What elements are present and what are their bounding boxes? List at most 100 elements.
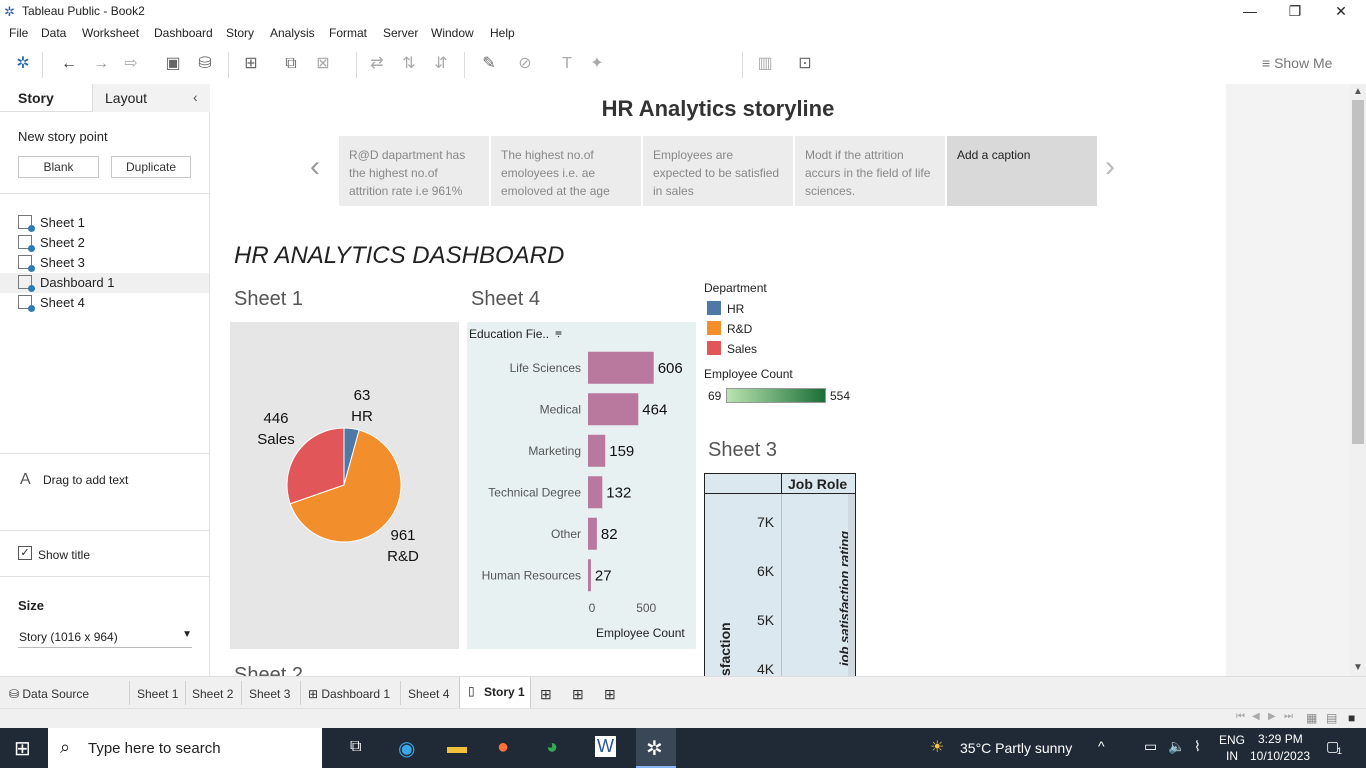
taskbar-search-box[interactable]: ⌕ Type here to search (48, 728, 322, 768)
swap-icon[interactable]: ⇄ (366, 54, 388, 74)
show-title-checkbox[interactable]: ✓ (18, 546, 32, 560)
tab-view-icon[interactable]: ■ (1348, 711, 1355, 725)
story-point-caption-4[interactable]: Modt if the attrition accurs in the fiel… (795, 136, 945, 206)
pie-chart: 63 HR 961 R&D 446 Sales (257, 387, 419, 565)
battery-icon[interactable]: ▭ (1144, 738, 1157, 755)
scroll-thumb[interactable] (1352, 100, 1364, 444)
nav-first-icon[interactable]: ⏮ (1236, 711, 1245, 722)
task-view-icon[interactable]: ⧉ (350, 738, 361, 756)
menu-help[interactable]: Help (490, 26, 515, 40)
sheet-item-sheet-1[interactable]: Sheet 1 (18, 213, 208, 233)
legend-hr[interactable]: HR (707, 301, 744, 316)
new-worksheet-icon[interactable]: ⊞ (240, 54, 262, 74)
menu-story[interactable]: Story (226, 26, 254, 40)
legend-sales[interactable]: Sales (707, 341, 757, 356)
file-explorer-icon[interactable]: ▬ (447, 736, 467, 759)
lang-secondary[interactable]: IN (1226, 749, 1238, 763)
tab-dashboard-1[interactable]: ⊞ Dashboard 1 (308, 684, 390, 704)
prev-story-point-icon[interactable]: ‹ (310, 150, 320, 184)
weather-text[interactable]: 35°C Partly sunny (960, 740, 1072, 756)
firefox-icon[interactable]: ● (497, 736, 509, 759)
tab-data-source[interactable]: ⛁ Data Source (9, 684, 89, 704)
tab-separator (400, 681, 401, 705)
sheet-item-sheet-2[interactable]: Sheet 2 (18, 233, 208, 253)
menu-server[interactable]: Server (383, 26, 418, 40)
minimize-button[interactable]: — (1227, 0, 1273, 23)
legend-rd[interactable]: R&D (707, 321, 752, 336)
drag-to-add-text[interactable]: Drag to add text (43, 473, 128, 487)
size-dropdown[interactable]: Story (1016 x 964) ▼ (18, 626, 192, 648)
edge-icon[interactable]: ◉ (398, 736, 415, 761)
new-dashboard-tab-icon[interactable]: ⊞ (572, 684, 584, 704)
sheet3-scrollbar[interactable] (848, 494, 855, 676)
collapse-panel-icon[interactable]: ‹ (193, 89, 198, 105)
tab-layout[interactable]: Layout (105, 84, 147, 112)
nav-prev-icon[interactable]: ◀ (1252, 711, 1260, 722)
search-icon: ⌕ (60, 737, 71, 757)
story-point-caption-5[interactable]: Add a caption (947, 136, 1097, 206)
tableau-home-icon[interactable]: ✲ (12, 54, 34, 74)
chrome-icon[interactable]: ◕ (546, 736, 558, 759)
presentation-icon[interactable]: ⊡ (794, 54, 816, 74)
duplicate-button[interactable]: Duplicate (111, 156, 191, 178)
filmstrip-view-icon[interactable]: ▤ (1326, 711, 1337, 725)
duplicate-sheet-icon[interactable]: ⧉ (280, 54, 302, 74)
new-data-source-icon[interactable]: ⛁ (194, 54, 216, 74)
next-story-point-icon[interactable]: › (1105, 150, 1115, 184)
sheet-item-sheet-3[interactable]: Sheet 3 (18, 253, 208, 273)
menu-analysis[interactable]: Analysis (270, 26, 315, 40)
sheet-item-sheet-4[interactable]: Sheet 4 (18, 293, 208, 313)
menu-format[interactable]: Format (329, 26, 367, 40)
new-worksheet-tab-icon[interactable]: ⊞ (540, 684, 552, 704)
menu-data[interactable]: Data (41, 26, 66, 40)
pin-icon[interactable]: ✦ (586, 54, 608, 74)
tab-sheet-4[interactable]: Sheet 4 (408, 684, 449, 704)
group-icon[interactable]: ⊘ (514, 54, 536, 74)
new-story-tab-icon[interactable]: ⊞ (604, 684, 616, 704)
close-button[interactable]: ✕ (1318, 0, 1364, 23)
grid-view-icon[interactable]: ▦ (1306, 711, 1317, 725)
vertical-scrollbar[interactable]: ▲ ▼ (1350, 84, 1366, 676)
lang-primary[interactable]: ENG (1219, 733, 1245, 747)
undo-icon[interactable]: ← (58, 54, 80, 74)
menu-file[interactable]: File (9, 26, 28, 40)
replay-icon[interactable]: ⇨ (120, 54, 142, 74)
clock-date[interactable]: 10/10/2023 (1250, 749, 1310, 763)
menu-worksheet[interactable]: Worksheet (82, 26, 139, 40)
menu-dashboard[interactable]: Dashboard (154, 26, 213, 40)
tab-sheet-3[interactable]: Sheet 3 (249, 684, 290, 704)
story-point-caption-1[interactable]: R@D dapartment has the highest no.of att… (339, 136, 489, 206)
tableau-taskbar-active[interactable]: ✲ (636, 728, 676, 768)
bar-value-label: 27 (595, 567, 612, 584)
sort-ascending-icon[interactable]: ⇅ (398, 54, 420, 74)
nav-next-icon[interactable]: ▶ (1268, 711, 1276, 722)
redo-icon[interactable]: → (90, 54, 112, 74)
save-icon[interactable]: ▣ (162, 54, 184, 74)
tab-story-1-active[interactable]: ▯ Story 1 (459, 677, 531, 708)
tab-sheet-1[interactable]: Sheet 1 (137, 684, 178, 704)
sort-descending-icon[interactable]: ⇵ (430, 54, 452, 74)
highlight-icon[interactable]: ✎ (478, 54, 500, 74)
tab-story[interactable]: Story (18, 84, 54, 112)
clear-sheet-icon[interactable]: ⊠ (312, 54, 334, 74)
cards-icon[interactable]: ▥ (754, 54, 776, 74)
windows-start-icon[interactable]: ⊞ (14, 736, 31, 761)
sheet-item-dashboard-1[interactable]: Dashboard 1 (0, 273, 209, 293)
label-icon[interactable]: T (556, 54, 578, 74)
nav-last-icon[interactable]: ⏭ (1284, 711, 1293, 722)
story-point-caption-3[interactable]: Employees are expected to be satisfied i… (643, 136, 793, 206)
story-point-caption-2[interactable]: The highest no.of emoloyees i.e. ae emol… (491, 136, 641, 206)
maximize-button[interactable]: ❐ (1272, 0, 1318, 23)
menu-window[interactable]: Window (431, 26, 474, 40)
wifi-icon[interactable]: ⌇ (1194, 738, 1201, 755)
scroll-down-icon[interactable]: ▼ (1353, 662, 1363, 673)
word-icon[interactable]: W (595, 736, 616, 757)
divider (0, 453, 209, 454)
tray-chevron-icon[interactable]: ^ (1098, 738, 1105, 754)
blank-button[interactable]: Blank (18, 156, 99, 178)
show-me-button[interactable]: ≡ Show Me (1262, 55, 1332, 71)
scroll-up-icon[interactable]: ▲ (1353, 86, 1363, 97)
clock-time[interactable]: 3:29 PM (1258, 732, 1303, 746)
volume-icon[interactable]: 🔈 (1168, 738, 1185, 755)
tab-sheet-2[interactable]: Sheet 2 (192, 684, 233, 704)
